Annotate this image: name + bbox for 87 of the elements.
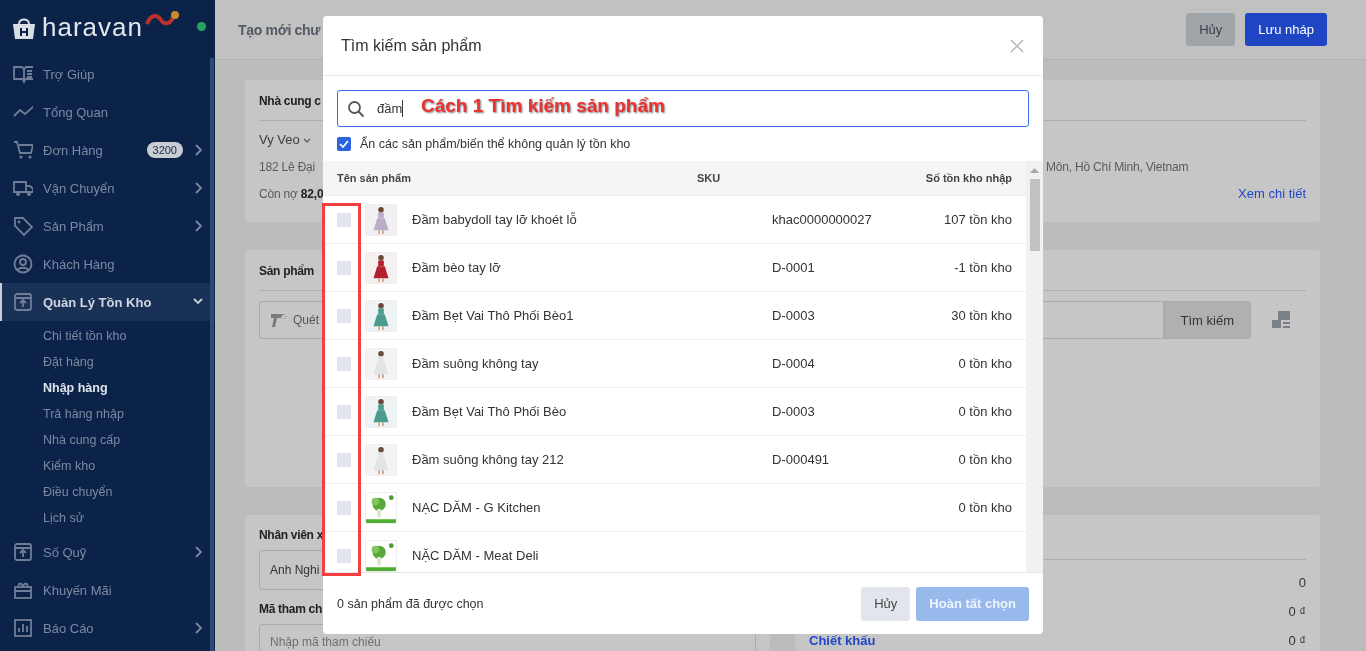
sku-text: D-0003 bbox=[772, 404, 816, 419]
scrollbar[interactable] bbox=[1026, 161, 1043, 572]
submenu-item[interactable]: Nhập hàng bbox=[43, 375, 215, 401]
checkbox[interactable] bbox=[337, 308, 351, 323]
submenu-item[interactable]: Kiểm kho bbox=[43, 453, 215, 479]
nav-item[interactable]: Trợ Giúp bbox=[0, 55, 215, 93]
column-header: SKU bbox=[697, 172, 722, 184]
supplier-dropdown[interactable]: Vy Veo bbox=[259, 131, 312, 149]
product-name: Đầm suông không tay 212 bbox=[412, 452, 565, 467]
checkbox[interactable] bbox=[337, 452, 351, 467]
scrollbar[interactable] bbox=[210, 58, 214, 651]
submenu-item[interactable]: Đặt hàng bbox=[43, 349, 215, 375]
close-icon bbox=[1010, 38, 1024, 53]
chart-icon bbox=[13, 618, 33, 638]
discount-link[interactable]: Chiết khấu bbox=[809, 633, 876, 648]
sku-text: D-0004 bbox=[772, 356, 816, 371]
nav-item[interactable]: Khuyến Mãi bbox=[0, 571, 215, 609]
nav-item[interactable]: Sản Phẩm bbox=[0, 207, 215, 245]
product-name: NẠC DĂM - G Kitchen bbox=[412, 500, 542, 515]
gift-icon bbox=[13, 580, 33, 600]
checkbox[interactable] bbox=[337, 212, 351, 227]
checkbox[interactable] bbox=[337, 548, 351, 563]
cart-icon bbox=[13, 140, 33, 160]
checkbox[interactable] bbox=[337, 260, 351, 275]
truck-icon bbox=[13, 178, 33, 198]
page-title: Tạo mới chư bbox=[238, 21, 321, 38]
address-text: Môn, Hồ Chí Minh, Vietnam bbox=[1046, 159, 1189, 176]
up-arrow-icon bbox=[1030, 167, 1039, 173]
product-name: Đầm Bẹt Vai Thô Phối Bèo1 bbox=[412, 308, 575, 323]
nav-item[interactable]: Khách Hàng bbox=[0, 245, 215, 283]
submenu-item[interactable]: Trả hàng nhập bbox=[43, 401, 215, 427]
selection-count: 0 sản phẩm đã được chọn bbox=[337, 596, 484, 611]
amount-text: 0 bbox=[1298, 575, 1306, 590]
stock-text: 30 tồn kho bbox=[950, 308, 1012, 323]
stock-text: 0 tồn kho bbox=[957, 500, 1012, 515]
view-details-link[interactable]: Xem chi tiết bbox=[1238, 185, 1306, 203]
sku-text: D-000491 bbox=[772, 452, 831, 467]
cancel-button[interactable]: Hủy bbox=[861, 586, 911, 621]
book-icon bbox=[13, 64, 33, 84]
nav-item[interactable]: Báo Cáo bbox=[0, 609, 215, 647]
stock-text: 0 tồn kho bbox=[957, 452, 1012, 467]
checkbox[interactable] bbox=[337, 356, 351, 371]
address-text: 182 Lê Đại bbox=[259, 159, 316, 176]
checkbox[interactable] bbox=[337, 500, 351, 515]
tag-icon bbox=[13, 216, 33, 236]
box-icon bbox=[13, 542, 33, 562]
checkbox[interactable] bbox=[337, 404, 351, 419]
boxes-icon bbox=[1271, 310, 1291, 330]
nav-item[interactable]: Quản Lý Tồn Kho bbox=[0, 283, 215, 321]
amount-text: 0 ₫ bbox=[1288, 633, 1306, 648]
scanner-icon bbox=[269, 311, 287, 329]
checkbox[interactable] bbox=[337, 137, 351, 151]
stock-text: 0 tồn kho bbox=[957, 356, 1012, 371]
product-name: Đầm suông không tay bbox=[412, 356, 540, 371]
stock-text: 0 tồn kho bbox=[957, 404, 1012, 419]
nav-item[interactable]: Tổng Quan bbox=[0, 93, 215, 131]
box-icon bbox=[13, 292, 33, 312]
search-button[interactable]: Tìm kiếm bbox=[1163, 301, 1251, 339]
user-icon bbox=[13, 254, 33, 274]
count-badge: 3200 bbox=[146, 142, 183, 158]
nav-item[interactable]: Vận Chuyển bbox=[0, 169, 215, 207]
field-label: Mã tham ch bbox=[259, 602, 322, 618]
debt-text: Còn nợ 82,0 bbox=[259, 186, 324, 203]
search-icon bbox=[347, 99, 365, 118]
checkbox-label: Ẩn các sản phẩm/biến thể không quản lý tồn kho bbox=[360, 137, 631, 151]
column-header: Số tồn kho nhập bbox=[924, 172, 1012, 184]
logo-text: haravan bbox=[42, 12, 143, 43]
submenu-item[interactable]: Điều chuyển bbox=[43, 479, 215, 505]
scroll-thumb[interactable] bbox=[1029, 179, 1040, 251]
nav-item[interactable]: Số Quỹ bbox=[0, 533, 215, 571]
submenu-item[interactable]: Lịch sử bbox=[43, 505, 215, 531]
dialog-title: Tìm kiếm sản phẩm bbox=[341, 36, 482, 55]
caret-icon bbox=[303, 138, 312, 144]
submenu-item[interactable]: Nhà cung cấp bbox=[43, 427, 215, 453]
sku-text: khac0000000027 bbox=[772, 212, 873, 227]
stock-text: 107 tồn kho bbox=[943, 212, 1012, 227]
product-name: NẶC DĂM - Meat Deli bbox=[412, 548, 540, 563]
save-draft-button[interactable]: Lưu nháp bbox=[1245, 13, 1327, 46]
sku-text: D-0003 bbox=[772, 308, 816, 323]
product-name: Đầm babydoll tay lỡ khoét lỗ bbox=[412, 212, 578, 227]
annotation-text: Cách 1 Tìm kiếm sản phẩm bbox=[421, 95, 665, 117]
cancel-button[interactable]: Hủy bbox=[1186, 13, 1236, 46]
column-header: Tên sản phẩm bbox=[337, 172, 412, 184]
product-name: Đầm Bẹt Vai Thô Phối Bèo bbox=[412, 404, 568, 419]
submenu-item[interactable]: Chi tiết tồn kho bbox=[43, 323, 215, 349]
nav-item[interactable]: Đơn Hàng 3200 bbox=[0, 131, 215, 169]
amount-text: 0 ₫ bbox=[1288, 604, 1306, 619]
